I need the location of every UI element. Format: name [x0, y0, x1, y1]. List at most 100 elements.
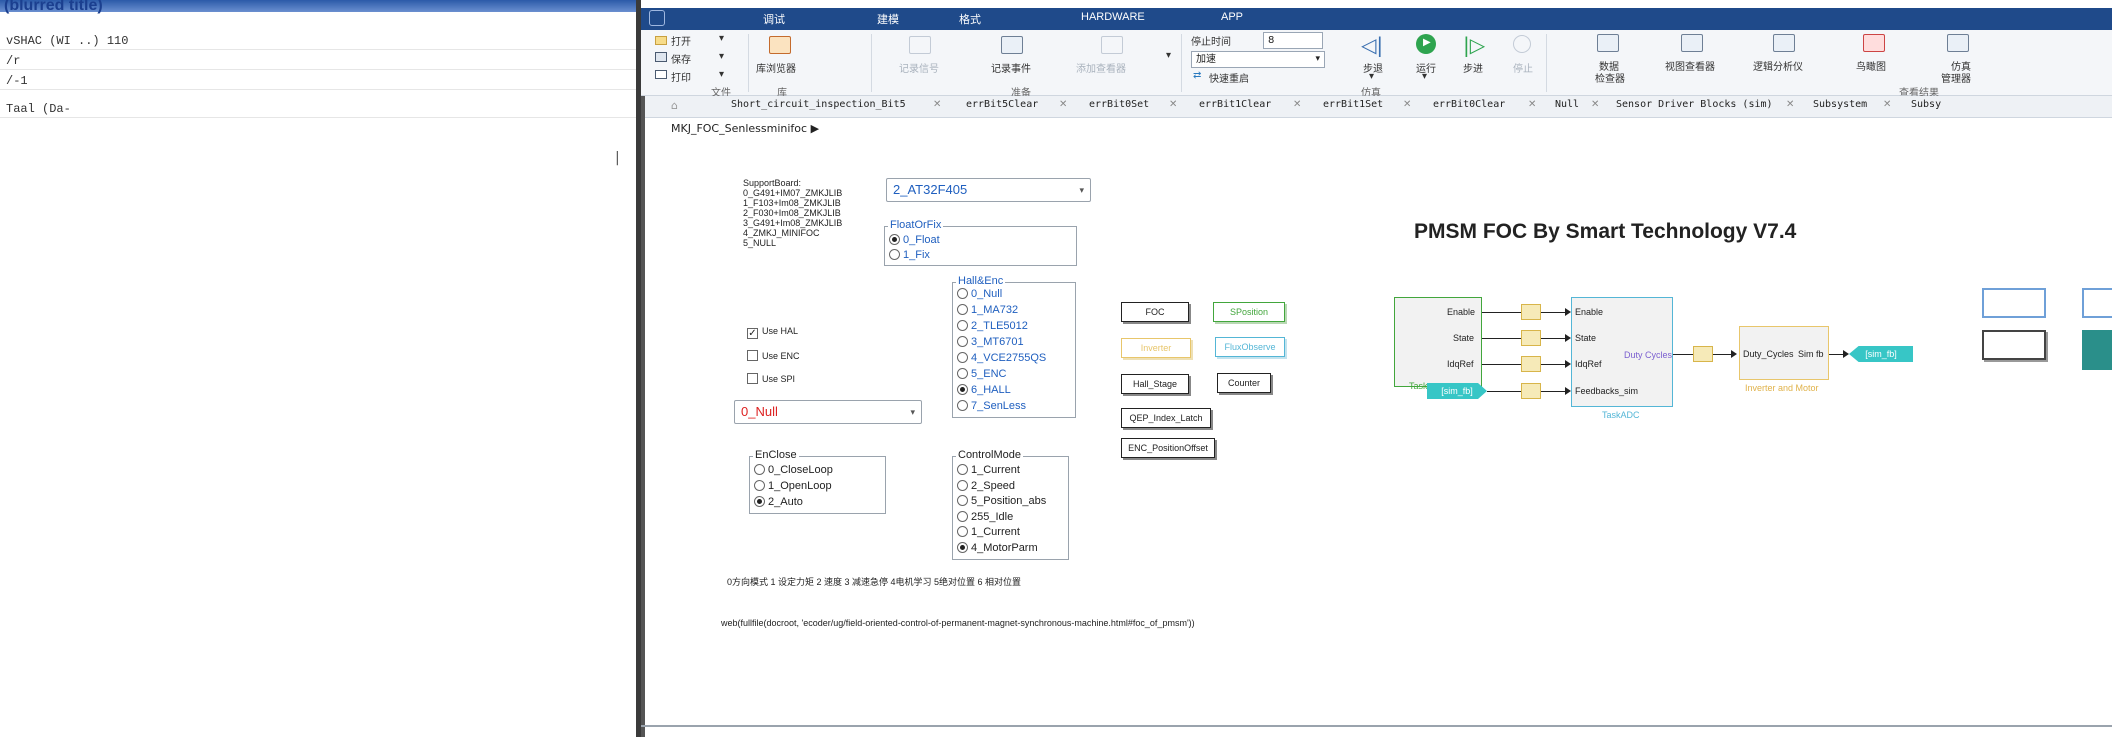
enclose-group: EnClose 0_CloseLoop 1_OpenLoop 2_Auto [749, 449, 886, 514]
control-mode-option[interactable]: 1_Current [957, 464, 1020, 476]
tab-subsystem[interactable]: Subsystem [1813, 99, 1867, 110]
step-back-dropdown-icon[interactable]: ▾ [1369, 71, 1374, 82]
hall-enc-option[interactable]: 3_MT6701 [957, 336, 1024, 348]
fast-restart-button[interactable]: 快速重启 [1209, 70, 1249, 85]
close-icon[interactable]: ✕ [1059, 99, 1067, 110]
hall-enc-option[interactable]: 4_VCE2755QS [957, 352, 1046, 364]
close-icon[interactable]: ✕ [1169, 99, 1177, 110]
app-icon [649, 10, 665, 26]
prepare-gallery-dropdown-icon[interactable]: ▾ [1166, 50, 1171, 61]
partial-block[interactable] [1982, 288, 2046, 318]
sim-fb-goto-tag[interactable]: [sim_fb] [1427, 383, 1487, 399]
bus-block[interactable] [1521, 383, 1541, 399]
use-hal-checkbox[interactable]: ✓ Use HAL [747, 326, 798, 339]
radio-icon [957, 304, 968, 315]
print-dropdown-icon[interactable]: ▾ [719, 69, 724, 80]
tab-errbit1set[interactable]: errBit1Set [1323, 99, 1383, 110]
doc-link-annotation[interactable]: web(fullfile(docroot, 'ecoder/ug/field-o… [721, 618, 1195, 628]
enc-position-offset-block[interactable]: ENC_PositionOffset [1121, 438, 1215, 458]
tab-errbit0set[interactable]: errBit0Set [1089, 99, 1149, 110]
menu-modeling[interactable]: 建模 [877, 11, 899, 27]
tab-null[interactable]: Null [1555, 99, 1579, 110]
close-icon[interactable]: ✕ [1591, 99, 1599, 110]
close-icon[interactable]: ✕ [1786, 99, 1794, 110]
log-events-button[interactable]: 记录事件 [991, 60, 1031, 75]
enclose-option[interactable]: 1_OpenLoop [754, 480, 832, 492]
inverter-block[interactable]: Inverter [1121, 338, 1191, 358]
sim-fb-from-tag[interactable]: [sim_fb] [1849, 346, 1913, 362]
tab-short-circuit[interactable]: Short_circuit_inspection_Bit5 [731, 99, 906, 110]
data-inspector-button-line2[interactable]: 检查器 [1595, 70, 1625, 85]
add-viewer-button[interactable]: 添加查看器 [1076, 60, 1126, 75]
control-mode-option[interactable]: 255_Idle [957, 511, 1013, 523]
open-button[interactable]: 打开 [671, 33, 691, 48]
enclose-option[interactable]: 0_CloseLoop [754, 464, 833, 476]
use-spi-checkbox[interactable]: Use SPI [747, 373, 795, 384]
radio-icon [957, 526, 968, 537]
hall-enc-option[interactable]: 1_MA732 [957, 304, 1018, 316]
breadcrumb[interactable]: MKJ_FOC_Senlessminifoc ▶ [671, 122, 819, 135]
sim-manager-button-line2[interactable]: 管理器 [1941, 70, 1971, 85]
control-mode-option[interactable]: 4_MotorParm [957, 542, 1038, 554]
close-icon[interactable]: ✕ [1528, 99, 1536, 110]
counter-block[interactable]: Counter [1217, 373, 1271, 393]
hall-stage-block[interactable]: Hall_Stage [1121, 374, 1189, 394]
menu-format[interactable]: 格式 [959, 11, 981, 27]
bus-block[interactable] [1521, 304, 1541, 320]
run-dropdown-icon[interactable]: ▾ [1422, 71, 1427, 82]
partial-block[interactable] [2082, 330, 2112, 370]
open-dropdown-icon[interactable]: ▾ [719, 33, 724, 44]
control-mode-option[interactable]: 2_Speed [957, 480, 1015, 492]
qep-index-latch-block[interactable]: QEP_Index_Latch [1121, 408, 1211, 428]
radio-icon [957, 288, 968, 299]
tab-errbit0clear[interactable]: errBit0Clear [1433, 99, 1505, 110]
simulation-mode-select[interactable]: 加速 ▾ [1191, 51, 1325, 68]
hall-enc-option[interactable]: 6_HALL [957, 384, 1011, 396]
stop-time-input[interactable]: 8 [1263, 32, 1323, 49]
menu-debug[interactable]: 调试 [763, 11, 785, 27]
tab-errbit1clear[interactable]: errBit1Clear [1199, 99, 1271, 110]
foc-block[interactable]: FOC [1121, 302, 1189, 322]
log-signals-icon [909, 36, 931, 54]
menu-app[interactable]: APP [1221, 11, 1243, 23]
control-mode-option[interactable]: 1_Current [957, 526, 1020, 538]
fix-option[interactable]: 1_Fix [889, 249, 930, 261]
save-button[interactable]: 保存 [671, 51, 691, 66]
radio-icon [754, 480, 765, 491]
menu-hardware[interactable]: HARDWARE [1081, 11, 1145, 23]
bus-block[interactable] [1693, 346, 1713, 362]
log-signals-button[interactable]: 记录信号 [899, 60, 939, 75]
sposition-block[interactable]: SPosition [1213, 302, 1285, 322]
close-icon[interactable]: ✕ [933, 99, 941, 110]
close-icon[interactable]: ✕ [1403, 99, 1411, 110]
enclose-option[interactable]: 2_Auto [754, 496, 803, 508]
hall-enc-option[interactable]: 0_Null [957, 288, 1002, 300]
viewer-manager-button[interactable]: 视图查看器 [1665, 58, 1715, 73]
step-forward-button[interactable]: 步进 [1463, 60, 1483, 75]
stop-button[interactable]: 停止 [1513, 60, 1533, 75]
hall-enc-option[interactable]: 7_SenLess [957, 400, 1026, 412]
tab-subsystem-2[interactable]: Subsy [1911, 99, 1941, 110]
close-icon[interactable]: ✕ [1293, 99, 1301, 110]
tab-sensor-driver-blocks[interactable]: Sensor Driver Blocks (sim) [1616, 99, 1773, 110]
hall-enc-option[interactable]: 5_ENC [957, 368, 1006, 380]
partial-block[interactable] [1982, 330, 2046, 360]
hall-enc-option[interactable]: 2_TLE5012 [957, 320, 1028, 332]
print-button[interactable]: 打印 [671, 69, 691, 84]
logic-analyzer-button[interactable]: 逻辑分析仪 [1753, 58, 1803, 73]
support-board-dropdown[interactable]: 2_AT32F405 ▾ [886, 178, 1091, 202]
close-icon[interactable]: ✕ [1883, 99, 1891, 110]
flux-observe-block[interactable]: FluxObserve [1215, 337, 1285, 357]
control-mode-option[interactable]: 5_Position_abs [957, 495, 1046, 507]
bus-block[interactable] [1521, 356, 1541, 372]
bus-block[interactable] [1521, 330, 1541, 346]
library-browser-button[interactable]: 库浏览器 [756, 60, 796, 75]
save-dropdown-icon[interactable]: ▾ [719, 51, 724, 62]
bird-eye-button[interactable]: 鸟瞰图 [1856, 58, 1886, 73]
tab-errbit5clear[interactable]: errBit5Clear [966, 99, 1038, 110]
float-option[interactable]: 0_Float [889, 234, 940, 246]
sensor-select-dropdown[interactable]: 0_Null ▾ [734, 400, 922, 424]
use-enc-checkbox[interactable]: Use ENC [747, 350, 800, 361]
home-icon[interactable]: ⌂ [671, 99, 678, 112]
partial-block[interactable] [2082, 288, 2112, 318]
